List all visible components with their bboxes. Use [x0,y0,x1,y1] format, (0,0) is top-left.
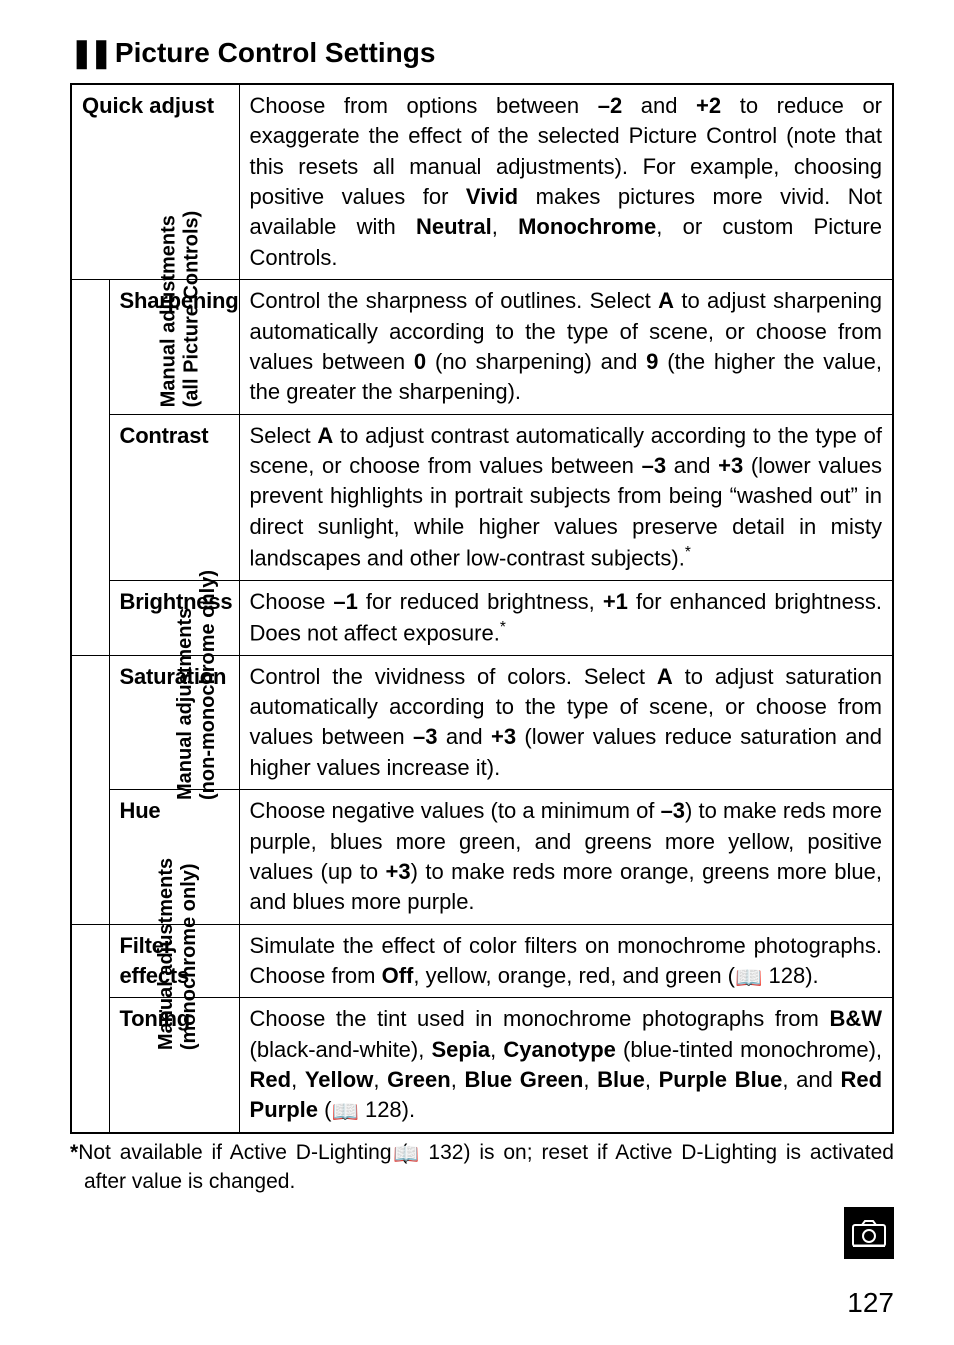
row-brightness-desc: Choose –1 for reduced brightness, +1 for… [239,580,893,655]
row-quick-adjust-desc: Choose from options between –2 and +2 to… [239,84,893,280]
row-quick-adjust-label: Quick adjust [71,84,239,280]
settings-table: Quick adjust Choose from options between… [70,83,894,1134]
row-contrast-label: Contrast [109,414,239,580]
heading-text: Picture Control Settings [115,37,435,69]
row-contrast-desc: Select A to adjust contrast automaticall… [239,414,893,580]
row-saturation-desc: Control the vividness of colors. Select … [239,655,893,789]
section-heading: ❚❚ Picture Control Settings [70,36,894,69]
group-non-monochrome: Manual adjustments(non-monochrome only) [71,655,109,924]
row-filter-effects-desc: Simulate the effect of color filters on … [239,924,893,998]
group-all-picture-controls: Manual adjustments(all Picture Controls) [71,280,109,656]
footnote-text: *Not available if Active D-Lighting (📖 1… [70,1138,894,1197]
group-monochrome: Manual adjustments(monochrome only) [71,924,109,1133]
heading-bars: ❚❚ [70,36,109,69]
section-tab [844,1207,894,1259]
row-hue-desc: Choose negative values (to a minimum of … [239,790,893,924]
row-toning-desc: Choose the tint used in monochrome photo… [239,998,893,1133]
page-number: 127 [847,1287,894,1319]
camera-icon [852,1219,886,1247]
row-sharpening-desc: Control the sharpness of outlines. Selec… [239,280,893,414]
